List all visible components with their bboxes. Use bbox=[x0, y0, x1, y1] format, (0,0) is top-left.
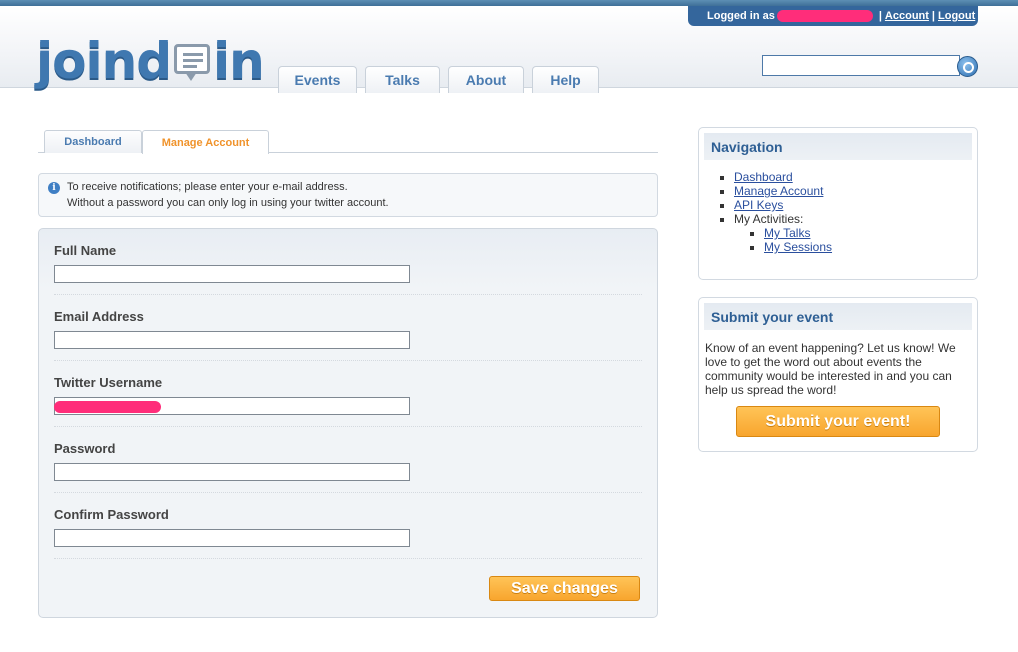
field-email: Email Address bbox=[54, 295, 642, 361]
search-input[interactable] bbox=[762, 55, 960, 76]
search-bar bbox=[762, 55, 978, 77]
nav-item-my-talks: My Talks bbox=[764, 226, 977, 240]
email-input[interactable] bbox=[54, 331, 410, 349]
confirm-password-label: Confirm Password bbox=[54, 507, 169, 522]
logo[interactable]: joind in bbox=[36, 30, 265, 90]
tab-dashboard[interactable]: Dashboard bbox=[44, 130, 142, 153]
twitter-label: Twitter Username bbox=[54, 375, 163, 390]
account-form: Full Name Email Address Twitter Username… bbox=[38, 228, 658, 618]
logo-text-right: in bbox=[213, 32, 265, 90]
nav-tab-help[interactable]: Help bbox=[532, 66, 599, 93]
password-label: Password bbox=[54, 441, 116, 456]
save-changes-button[interactable]: Save changes bbox=[489, 576, 640, 601]
submit-event-panel: Submit your event Know of an event happe… bbox=[698, 297, 978, 452]
info-line-2: Without a password you can only log in u… bbox=[67, 197, 389, 209]
redacted-twitter-value bbox=[54, 401, 161, 413]
info-notice: i To receive notifications; please enter… bbox=[38, 173, 658, 217]
logo-text-left: joind bbox=[36, 32, 172, 90]
field-password: Password bbox=[54, 427, 642, 493]
logged-in-label: Logged in as bbox=[707, 10, 775, 22]
nav-link-my-sessions[interactable]: My Sessions bbox=[764, 240, 832, 254]
my-activities-label: My Activities: bbox=[734, 212, 804, 226]
separator: | bbox=[931, 10, 935, 22]
navigation-title: Navigation bbox=[704, 133, 972, 160]
full-name-input[interactable] bbox=[54, 265, 410, 283]
nav-tab-events[interactable]: Events bbox=[278, 66, 357, 93]
email-label: Email Address bbox=[54, 309, 144, 324]
info-icon: i bbox=[48, 182, 60, 194]
full-name-label: Full Name bbox=[54, 243, 117, 258]
nav-link-manage-account[interactable]: Manage Account bbox=[734, 184, 823, 198]
submit-event-button[interactable]: Submit your event! bbox=[736, 406, 940, 437]
navigation-panel: Navigation Dashboard Manage Account API … bbox=[698, 127, 978, 280]
navigation-list: Dashboard Manage Account API Keys My Act… bbox=[699, 170, 977, 254]
submit-event-title: Submit your event bbox=[704, 303, 972, 330]
speech-bubble-icon bbox=[174, 44, 211, 81]
nav-item-api-keys: API Keys bbox=[734, 198, 977, 212]
confirm-password-input[interactable] bbox=[54, 529, 410, 547]
account-tabs: Dashboard Manage Account bbox=[38, 130, 658, 154]
redacted-username bbox=[776, 10, 873, 22]
nav-item-my-sessions: My Sessions bbox=[764, 240, 977, 254]
nav-tab-about[interactable]: About bbox=[448, 66, 524, 93]
nav-item-manage-account: Manage Account bbox=[734, 184, 977, 198]
activities-list: My Talks My Sessions bbox=[734, 226, 977, 254]
field-twitter: Twitter Username bbox=[54, 361, 642, 427]
search-icon[interactable] bbox=[957, 56, 978, 77]
submit-event-text: Know of an event happening? Let us know!… bbox=[705, 341, 956, 397]
account-link[interactable]: Account bbox=[885, 10, 929, 22]
logout-link[interactable]: Logout bbox=[938, 10, 975, 22]
nav-item-dashboard: Dashboard bbox=[734, 170, 977, 184]
login-bar: Logged in as | Account | Logout bbox=[688, 6, 978, 26]
nav-link-my-talks[interactable]: My Talks bbox=[764, 226, 810, 240]
nav-item-my-activities: My Activities: My Talks My Sessions bbox=[734, 212, 977, 254]
field-confirm-password: Confirm Password bbox=[54, 493, 642, 559]
separator: | bbox=[878, 10, 882, 22]
nav-tab-talks[interactable]: Talks bbox=[365, 66, 440, 93]
nav-link-api-keys[interactable]: API Keys bbox=[734, 198, 783, 212]
info-line-1: To receive notifications; please enter y… bbox=[67, 181, 348, 193]
password-input[interactable] bbox=[54, 463, 410, 481]
main-nav: Events Talks About Help bbox=[278, 66, 607, 93]
tab-manage-account[interactable]: Manage Account bbox=[142, 130, 269, 154]
field-full-name: Full Name bbox=[54, 229, 642, 295]
nav-link-dashboard[interactable]: Dashboard bbox=[734, 170, 793, 184]
